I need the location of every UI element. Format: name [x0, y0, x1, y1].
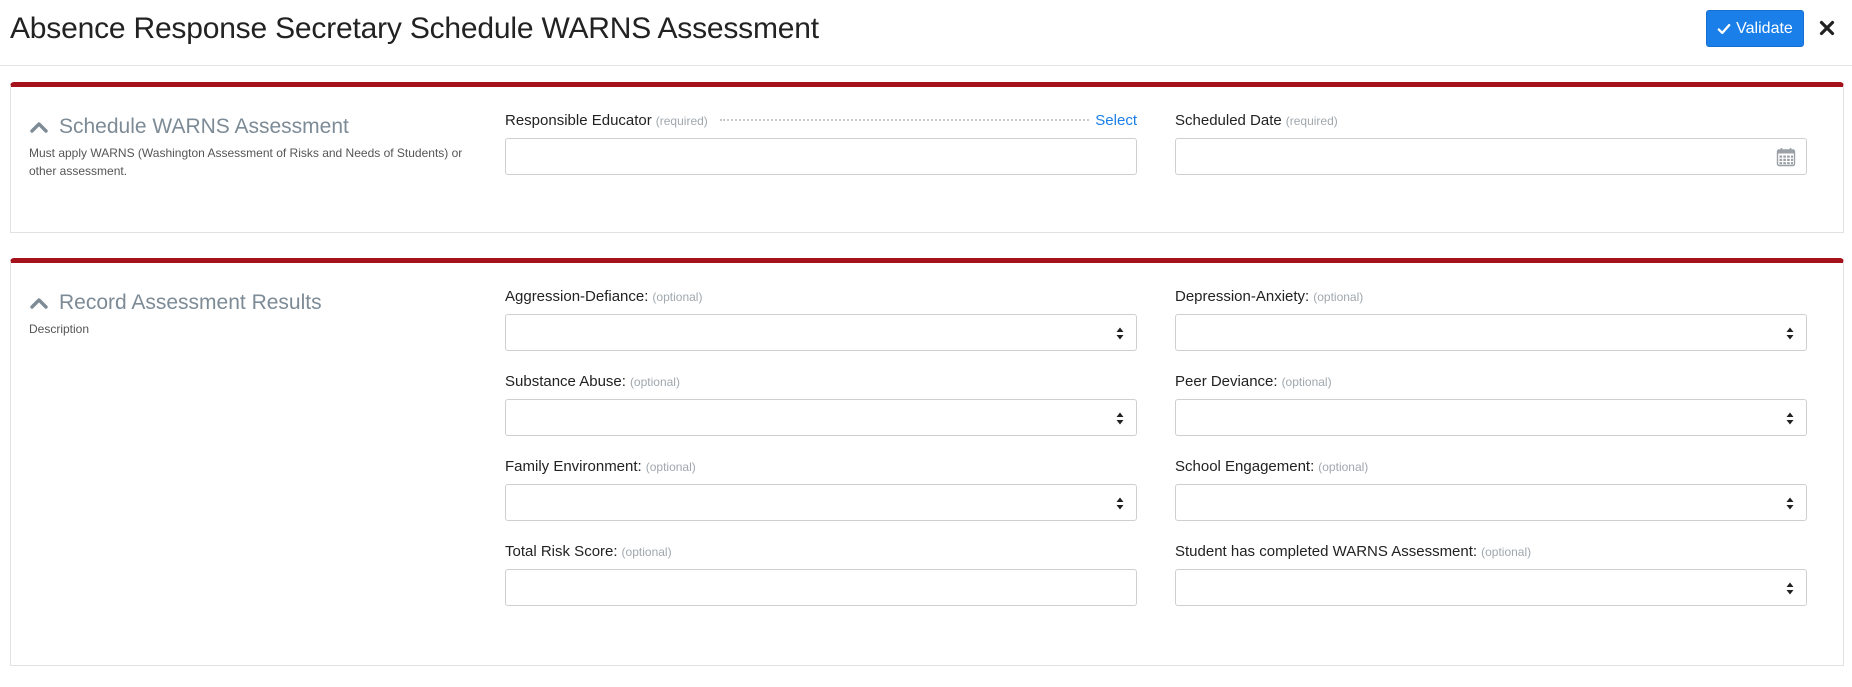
optional-tag: (optional): [629, 375, 680, 389]
substance-abuse-label: Substance Abuse:: [505, 373, 626, 390]
responsible-educator-field: Responsible Educator (required) Select: [505, 112, 1137, 175]
peer-deviance-label: Peer Deviance:: [1175, 373, 1278, 390]
schedule-section-header[interactable]: Schedule WARNS Assessment: [29, 115, 349, 139]
school-engagement-field: School Engagement: (optional): [1175, 458, 1807, 521]
sort-arrows-icon: [1116, 412, 1124, 425]
family-environment-label: Family Environment:: [505, 458, 642, 475]
substance-abuse-select[interactable]: [505, 399, 1137, 436]
sort-arrows-icon: [1116, 327, 1124, 340]
warns-completed-select[interactable]: [1175, 569, 1807, 606]
peer-deviance-field: Peer Deviance: (optional): [1175, 373, 1807, 436]
validate-button[interactable]: Validate: [1706, 10, 1804, 47]
results-section-title: Record Assessment Results: [59, 291, 322, 314]
school-engagement-label: School Engagement:: [1175, 458, 1315, 475]
results-section-description: Description: [29, 322, 90, 336]
substance-abuse-field: Substance Abuse: (optional): [505, 373, 1137, 436]
depression-anxiety-field: Depression-Anxiety: (optional): [1175, 288, 1807, 351]
optional-tag: (optional): [1313, 290, 1364, 304]
total-risk-score-input[interactable]: [506, 570, 1136, 605]
check-icon: [1717, 23, 1731, 34]
scheduled-date-field: Scheduled Date (required): [1175, 112, 1807, 175]
results-section-header[interactable]: Record Assessment Results: [29, 291, 322, 315]
total-risk-score-field: Total Risk Score: (optional): [505, 543, 1137, 606]
responsible-educator-label: Responsible Educator: [505, 112, 652, 129]
schedule-section-title: Schedule WARNS Assessment: [59, 115, 349, 138]
family-environment-select[interactable]: [505, 484, 1137, 521]
optional-tag: (optional): [1281, 375, 1332, 389]
aggression-defiance-label: Aggression-Defiance:: [505, 288, 649, 305]
family-environment-field: Family Environment: (optional): [505, 458, 1137, 521]
responsible-educator-input[interactable]: [506, 139, 1136, 174]
chevron-up-icon[interactable]: [29, 296, 49, 310]
leader-dots: [719, 119, 1090, 121]
optional-tag: (optional): [645, 460, 696, 474]
sort-arrows-icon: [1786, 497, 1794, 510]
school-engagement-select[interactable]: [1175, 484, 1807, 521]
page-title: Absence Response Secretary Schedule WARN…: [10, 12, 819, 45]
validate-label: Validate: [1736, 19, 1793, 37]
aggression-defiance-select[interactable]: [505, 314, 1137, 351]
optional-tag: (optional): [1481, 545, 1532, 559]
calendar-icon[interactable]: [1776, 147, 1796, 167]
sort-arrows-icon: [1786, 327, 1794, 340]
required-tag: (required): [1285, 114, 1338, 128]
scheduled-date-input[interactable]: [1176, 139, 1806, 174]
select-educator-link[interactable]: Select: [1095, 112, 1137, 130]
warns-completed-label: Student has completed WARNS Assessment:: [1175, 543, 1478, 560]
scheduled-date-input-box[interactable]: [1175, 138, 1807, 175]
optional-tag: (optional): [621, 545, 672, 559]
depression-anxiety-select[interactable]: [1175, 314, 1807, 351]
peer-deviance-select[interactable]: [1175, 399, 1807, 436]
aggression-defiance-field: Aggression-Defiance: (optional): [505, 288, 1137, 351]
total-risk-score-label: Total Risk Score:: [505, 543, 618, 560]
chevron-up-icon[interactable]: [29, 120, 49, 134]
results-panel: Record Assessment Results Description Ag…: [10, 258, 1844, 666]
optional-tag: (optional): [652, 290, 703, 304]
optional-tag: (optional): [1318, 460, 1369, 474]
schedule-panel: Schedule WARNS Assessment Must apply WAR…: [10, 82, 1844, 233]
sort-arrows-icon: [1786, 582, 1794, 595]
schedule-section-description: Must apply WARNS (Washington Assessment …: [29, 146, 463, 178]
sort-arrows-icon: [1116, 497, 1124, 510]
scheduled-date-label: Scheduled Date: [1175, 112, 1282, 129]
responsible-educator-input-box[interactable]: [505, 138, 1137, 175]
sort-arrows-icon: [1786, 412, 1794, 425]
close-button[interactable]: [1816, 17, 1838, 39]
total-risk-score-input-box[interactable]: [505, 569, 1137, 606]
warns-completed-field: Student has completed WARNS Assessment: …: [1175, 543, 1807, 606]
top-bar: Absence Response Secretary Schedule WARN…: [0, 0, 1852, 66]
required-tag: (required): [655, 114, 708, 128]
close-icon: [1819, 20, 1835, 36]
depression-anxiety-label: Depression-Anxiety:: [1175, 288, 1310, 305]
